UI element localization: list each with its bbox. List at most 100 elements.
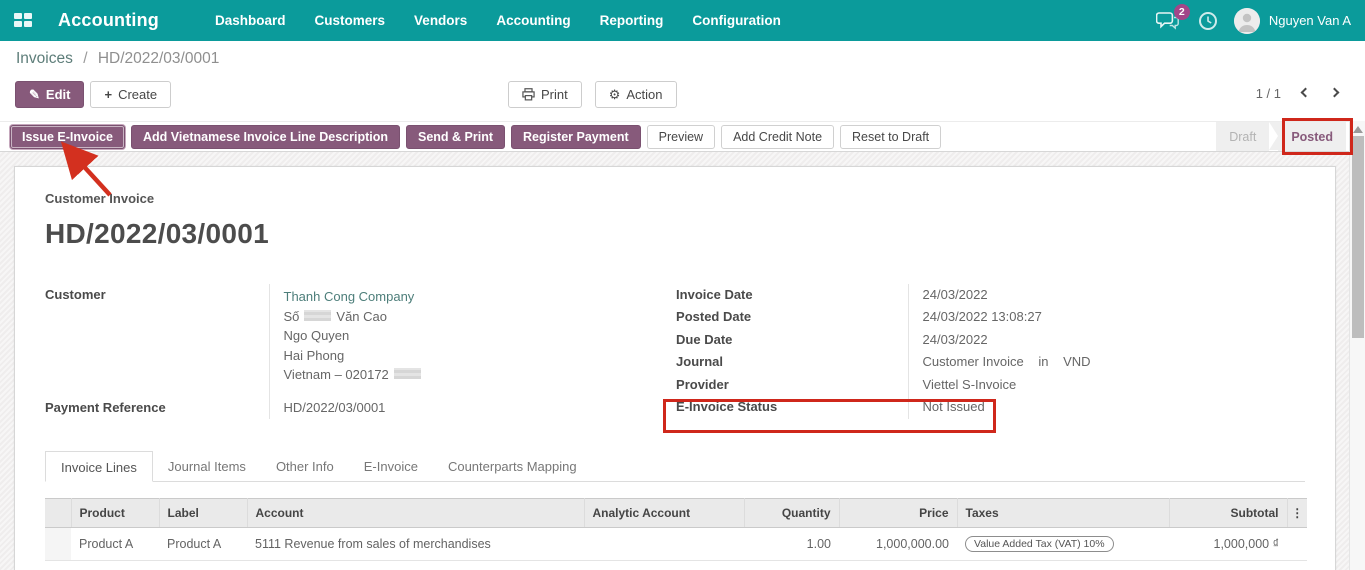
field-row-posted-date: Posted Date 24/03/2022 13:08:27 <box>676 306 1305 328</box>
create-button[interactable]: + Create <box>90 81 171 108</box>
main-menu: Dashboard Customers Vendors Accounting R… <box>209 9 787 32</box>
row-handle[interactable] <box>45 527 71 560</box>
message-count-badge: 2 <box>1174 4 1190 20</box>
journal-name[interactable]: Customer Invoice <box>923 354 1024 369</box>
breadcrumb-separator: / <box>83 50 87 67</box>
pager: 1 / 1 <box>1256 85 1345 101</box>
notebook-tabs: Invoice Lines Journal Items Other Info E… <box>45 451 1305 482</box>
col-quantity[interactable]: Quantity <box>744 498 839 527</box>
breadcrumb: Invoices / HD/2022/03/0001 <box>16 50 219 68</box>
invoice-sheet: Customer Invoice HD/2022/03/0001 Custome… <box>14 166 1336 570</box>
messages-icon[interactable]: 2 <box>1156 10 1182 32</box>
col-analytic-account[interactable]: Analytic Account <box>584 498 744 527</box>
send-and-print-button[interactable]: Send & Print <box>406 125 505 149</box>
cell-subtotal[interactable]: 1,000,000 ₫ <box>1169 527 1287 560</box>
invoice-type-label: Customer Invoice <box>45 191 1305 206</box>
cell-analytic-account[interactable] <box>584 527 744 560</box>
col-price[interactable]: Price <box>839 498 957 527</box>
field-row-customer: Customer Thanh Cong Company SốVăn Cao Ng… <box>45 284 640 397</box>
pager-previous-icon[interactable] <box>1297 85 1313 101</box>
table-header-row: Product Label Account Analytic Account Q… <box>45 498 1307 527</box>
e-invoice-status-value: Not Issued <box>908 396 1305 418</box>
app-name[interactable]: Accounting <box>58 10 159 31</box>
table-row[interactable]: Product A Product A 5111 Revenue from sa… <box>45 527 1307 560</box>
due-date-value: 24/03/2022 <box>908 329 1305 351</box>
vertical-scrollbar[interactable] <box>1349 121 1365 570</box>
tab-e-invoice[interactable]: E-Invoice <box>349 451 433 481</box>
user-menu[interactable]: Nguyen Van A <box>1234 8 1351 34</box>
user-name: Nguyen Van A <box>1269 13 1351 28</box>
tab-invoice-lines[interactable]: Invoice Lines <box>45 451 153 482</box>
scrollbar-up-arrow-icon[interactable] <box>1353 126 1363 133</box>
redacted-blur <box>394 368 421 379</box>
activities-clock-icon[interactable] <box>1198 11 1218 31</box>
handle-column-header <box>45 498 71 527</box>
plus-icon: + <box>104 88 112 101</box>
invoice-date-label: Invoice Date <box>676 284 908 306</box>
menu-accounting[interactable]: Accounting <box>490 9 576 32</box>
action-button[interactable]: ⚙ Action <box>595 81 677 108</box>
journal-currency[interactable]: VND <box>1063 354 1090 369</box>
cell-quantity[interactable]: 1.00 <box>744 527 839 560</box>
menu-vendors[interactable]: Vendors <box>408 9 473 32</box>
status-draft[interactable]: Draft <box>1216 122 1269 151</box>
posted-date-label: Posted Date <box>676 306 908 328</box>
col-label[interactable]: Label <box>159 498 247 527</box>
apps-grid-icon[interactable] <box>14 13 31 28</box>
field-row-e-invoice-status: E-Invoice Status Not Issued <box>676 396 1305 418</box>
cell-product[interactable]: Product A <box>71 527 159 560</box>
scrollbar-thumb[interactable] <box>1352 136 1364 338</box>
field-row-provider: Provider Viettel S-Invoice <box>676 374 1305 396</box>
menu-customers[interactable]: Customers <box>309 9 392 32</box>
tab-journal-items[interactable]: Journal Items <box>153 451 261 481</box>
cell-account[interactable]: 5111 Revenue from sales of merchandises <box>247 527 584 560</box>
tax-badge: Value Added Tax (VAT) 10% <box>965 536 1114 552</box>
optional-columns-icon[interactable]: ⋮ <box>1287 498 1307 527</box>
record-buttons: ✎ Edit + Create <box>15 81 171 108</box>
breadcrumb-invoices-link[interactable]: Invoices <box>16 50 73 67</box>
register-payment-button[interactable]: Register Payment <box>511 125 641 149</box>
invoice-date-value: 24/03/2022 <box>908 284 1305 306</box>
status-widget: Draft Posted <box>1216 122 1346 151</box>
invoice-fields: Customer Thanh Cong Company SốVăn Cao Ng… <box>45 284 1305 419</box>
menu-dashboard[interactable]: Dashboard <box>209 9 292 32</box>
reset-to-draft-button[interactable]: Reset to Draft <box>840 125 941 149</box>
col-product[interactable]: Product <box>71 498 159 527</box>
top-navbar: Accounting Dashboard Customers Vendors A… <box>0 0 1365 41</box>
avatar <box>1234 8 1260 34</box>
edit-button[interactable]: ✎ Edit <box>15 81 84 108</box>
customer-label: Customer <box>45 284 269 397</box>
add-credit-note-button[interactable]: Add Credit Note <box>721 125 834 149</box>
journal-in-word: in <box>1038 354 1048 369</box>
menu-reporting[interactable]: Reporting <box>594 9 670 32</box>
cell-price[interactable]: 1,000,000.00 <box>839 527 957 560</box>
field-row-journal: Journal Customer Invoice in VND <box>676 351 1305 373</box>
gear-icon: ⚙ <box>609 88 621 101</box>
field-row-due-date: Due Date 24/03/2022 <box>676 329 1305 351</box>
navbar-right: 2 Nguyen Van A <box>1156 8 1351 34</box>
due-date-label: Due Date <box>676 329 908 351</box>
pager-next-icon[interactable] <box>1329 85 1345 101</box>
col-subtotal[interactable]: Subtotal <box>1169 498 1287 527</box>
menu-configuration[interactable]: Configuration <box>686 9 786 32</box>
preview-button[interactable]: Preview <box>647 125 715 149</box>
action-buttons: Print ⚙ Action <box>508 81 677 108</box>
tab-other-info[interactable]: Other Info <box>261 451 349 481</box>
breadcrumb-current: HD/2022/03/0001 <box>98 50 220 67</box>
add-vietnamese-invoice-line-description-button[interactable]: Add Vietnamese Invoice Line Description <box>131 125 400 149</box>
cell-taxes[interactable]: Value Added Tax (VAT) 10% <box>957 527 1169 560</box>
cell-label[interactable]: Product A <box>159 527 247 560</box>
issue-e-invoice-button[interactable]: Issue E-Invoice <box>10 125 125 149</box>
redacted-blur <box>304 310 331 321</box>
col-taxes[interactable]: Taxes <box>957 498 1169 527</box>
print-button[interactable]: Print <box>508 81 582 108</box>
field-row-payment-reference: Payment Reference HD/2022/03/0001 <box>45 397 640 419</box>
tab-counterparts-mapping[interactable]: Counterparts Mapping <box>433 451 592 481</box>
customer-name-link[interactable]: Thanh Cong Company <box>284 287 641 307</box>
pager-value: 1 / 1 <box>1256 86 1281 101</box>
customer-country: Vietnam – 020172 <box>284 365 641 385</box>
col-account[interactable]: Account <box>247 498 584 527</box>
cell-menu <box>1287 527 1307 560</box>
status-posted[interactable]: Posted <box>1278 122 1346 151</box>
customer-city: Hai Phong <box>284 346 641 366</box>
